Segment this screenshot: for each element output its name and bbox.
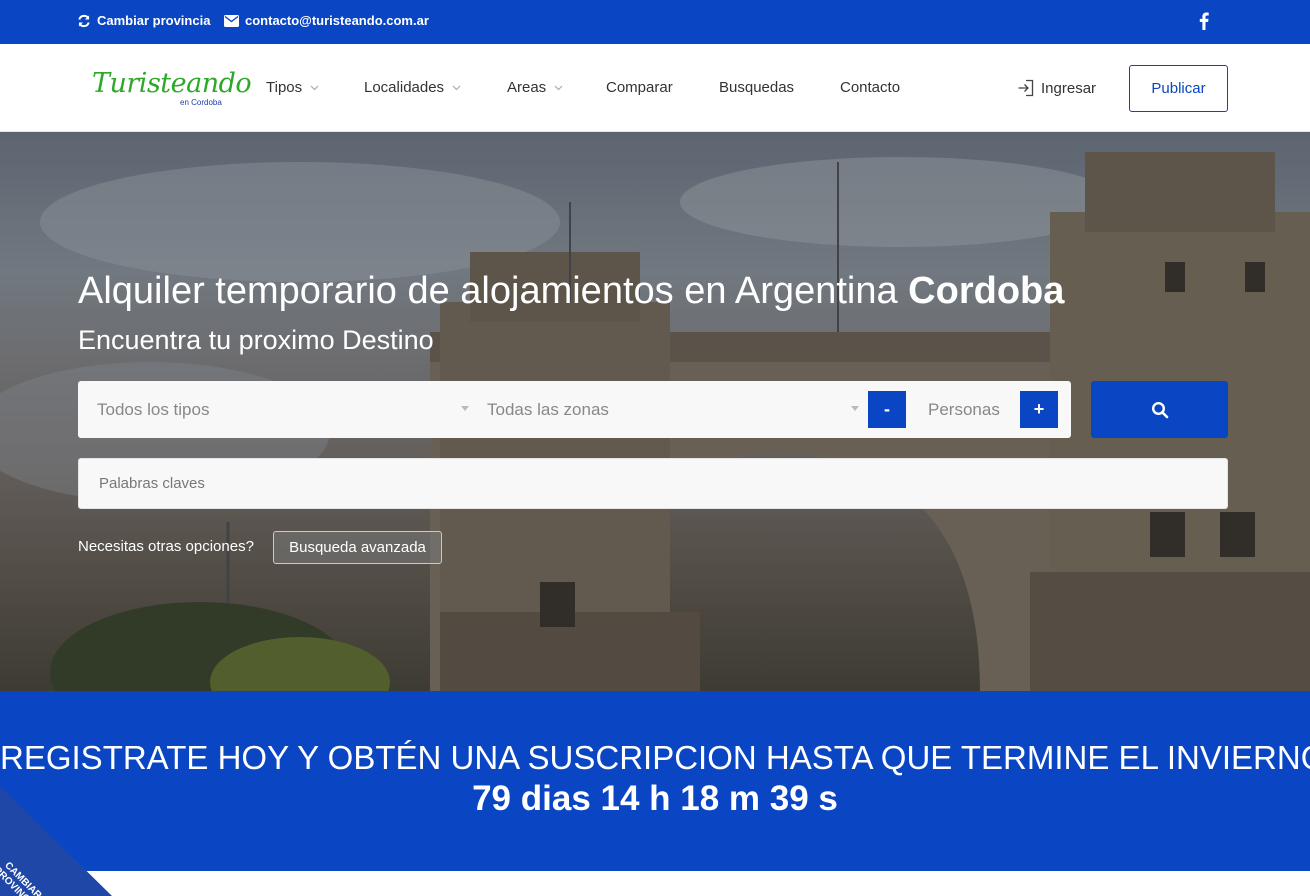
nav-comparar[interactable]: Comparar <box>606 79 673 96</box>
hero-title-province: Cordoba <box>908 270 1065 312</box>
publish-button[interactable]: Publicar <box>1129 65 1228 112</box>
keywords-input[interactable] <box>78 458 1228 509</box>
chevron-down-icon <box>452 85 461 90</box>
persons-field[interactable]: Personas <box>928 400 1000 420</box>
chevron-down-icon <box>310 85 319 90</box>
search-icon <box>1151 401 1168 418</box>
type-select-value: Todos los tipos <box>97 399 210 419</box>
nav-busquedas-label: Busquedas <box>719 79 795 96</box>
more-options-text: Necesitas otras opciones? <box>78 538 254 555</box>
nav-busquedas[interactable]: Busquedas <box>719 79 794 96</box>
chevron-down-icon <box>554 85 563 90</box>
zone-select-value: Todas las zonas <box>487 399 609 419</box>
hero-subtitle: Encuentra tu proximo Destino <box>78 325 434 355</box>
top-bar: Cambiar provincia contacto@turisteando.c… <box>0 0 1310 44</box>
page-bottom <box>0 871 1310 896</box>
increase-persons-button[interactable]: + <box>1020 391 1058 428</box>
login-label: Ingresar <box>1041 79 1097 97</box>
dropdown-arrow-icon <box>461 406 469 411</box>
promo-countdown: 79 dias 14 h 18 m 39 s <box>472 779 838 818</box>
dropdown-arrow-icon <box>851 406 859 411</box>
zone-select[interactable]: Todas las zonas <box>487 381 862 438</box>
change-province-link[interactable]: Cambiar provincia <box>77 13 210 28</box>
change-province-ribbon[interactable]: CAMBIAR PROVINCIA <box>0 786 112 896</box>
nav-areas[interactable]: Areas <box>507 79 563 96</box>
facebook-icon[interactable] <box>1199 12 1209 35</box>
search-bar: Todos los tipos Todas las zonas - Person… <box>78 381 1071 438</box>
login-link[interactable]: Ingresar <box>1017 79 1096 97</box>
nav-tipos[interactable]: Tipos <box>266 79 319 96</box>
refresh-icon <box>78 14 90 27</box>
nav-localidades-label: Localidades <box>364 79 445 96</box>
sign-in-icon <box>1018 79 1034 97</box>
decrease-persons-button[interactable]: - <box>868 391 906 428</box>
advanced-search-button[interactable]: Busqueda avanzada <box>273 531 442 564</box>
envelope-icon <box>224 14 239 27</box>
logo-text: Turisteando <box>92 68 252 99</box>
nav-tipos-label: Tipos <box>266 79 303 96</box>
email-label: contacto@turisteando.com.ar <box>245 13 429 28</box>
change-province-label: Cambiar provincia <box>97 13 211 28</box>
type-select[interactable]: Todos los tipos <box>97 381 472 438</box>
promo-banner: REGISTRATE HOY Y OBTÉN UNA SUSCRIPCION H… <box>0 691 1310 871</box>
hero-section: Alquiler temporario de alojamientos en A… <box>0 132 1310 692</box>
site-logo[interactable]: Turisteando en Cordoba <box>92 68 252 112</box>
nav-contacto-label: Contacto <box>840 79 901 96</box>
main-header: Turisteando en Cordoba Tipos Localidades… <box>0 44 1310 132</box>
search-button[interactable] <box>1091 381 1228 438</box>
nav-contacto[interactable]: Contacto <box>840 79 900 96</box>
promo-headline: REGISTRATE HOY Y OBTÉN UNA SUSCRIPCION H… <box>0 739 1310 776</box>
email-link[interactable]: contacto@turisteando.com.ar <box>224 13 429 28</box>
nav-comparar-label: Comparar <box>606 79 673 96</box>
nav-areas-label: Areas <box>507 79 547 96</box>
hero-title: Alquiler temporario de alojamientos en A… <box>78 270 1064 313</box>
hero-title-text: Alquiler temporario de alojamientos en A… <box>78 270 898 312</box>
nav-localidades[interactable]: Localidades <box>364 79 461 96</box>
logo-subtext: en Cordoba <box>180 98 222 107</box>
